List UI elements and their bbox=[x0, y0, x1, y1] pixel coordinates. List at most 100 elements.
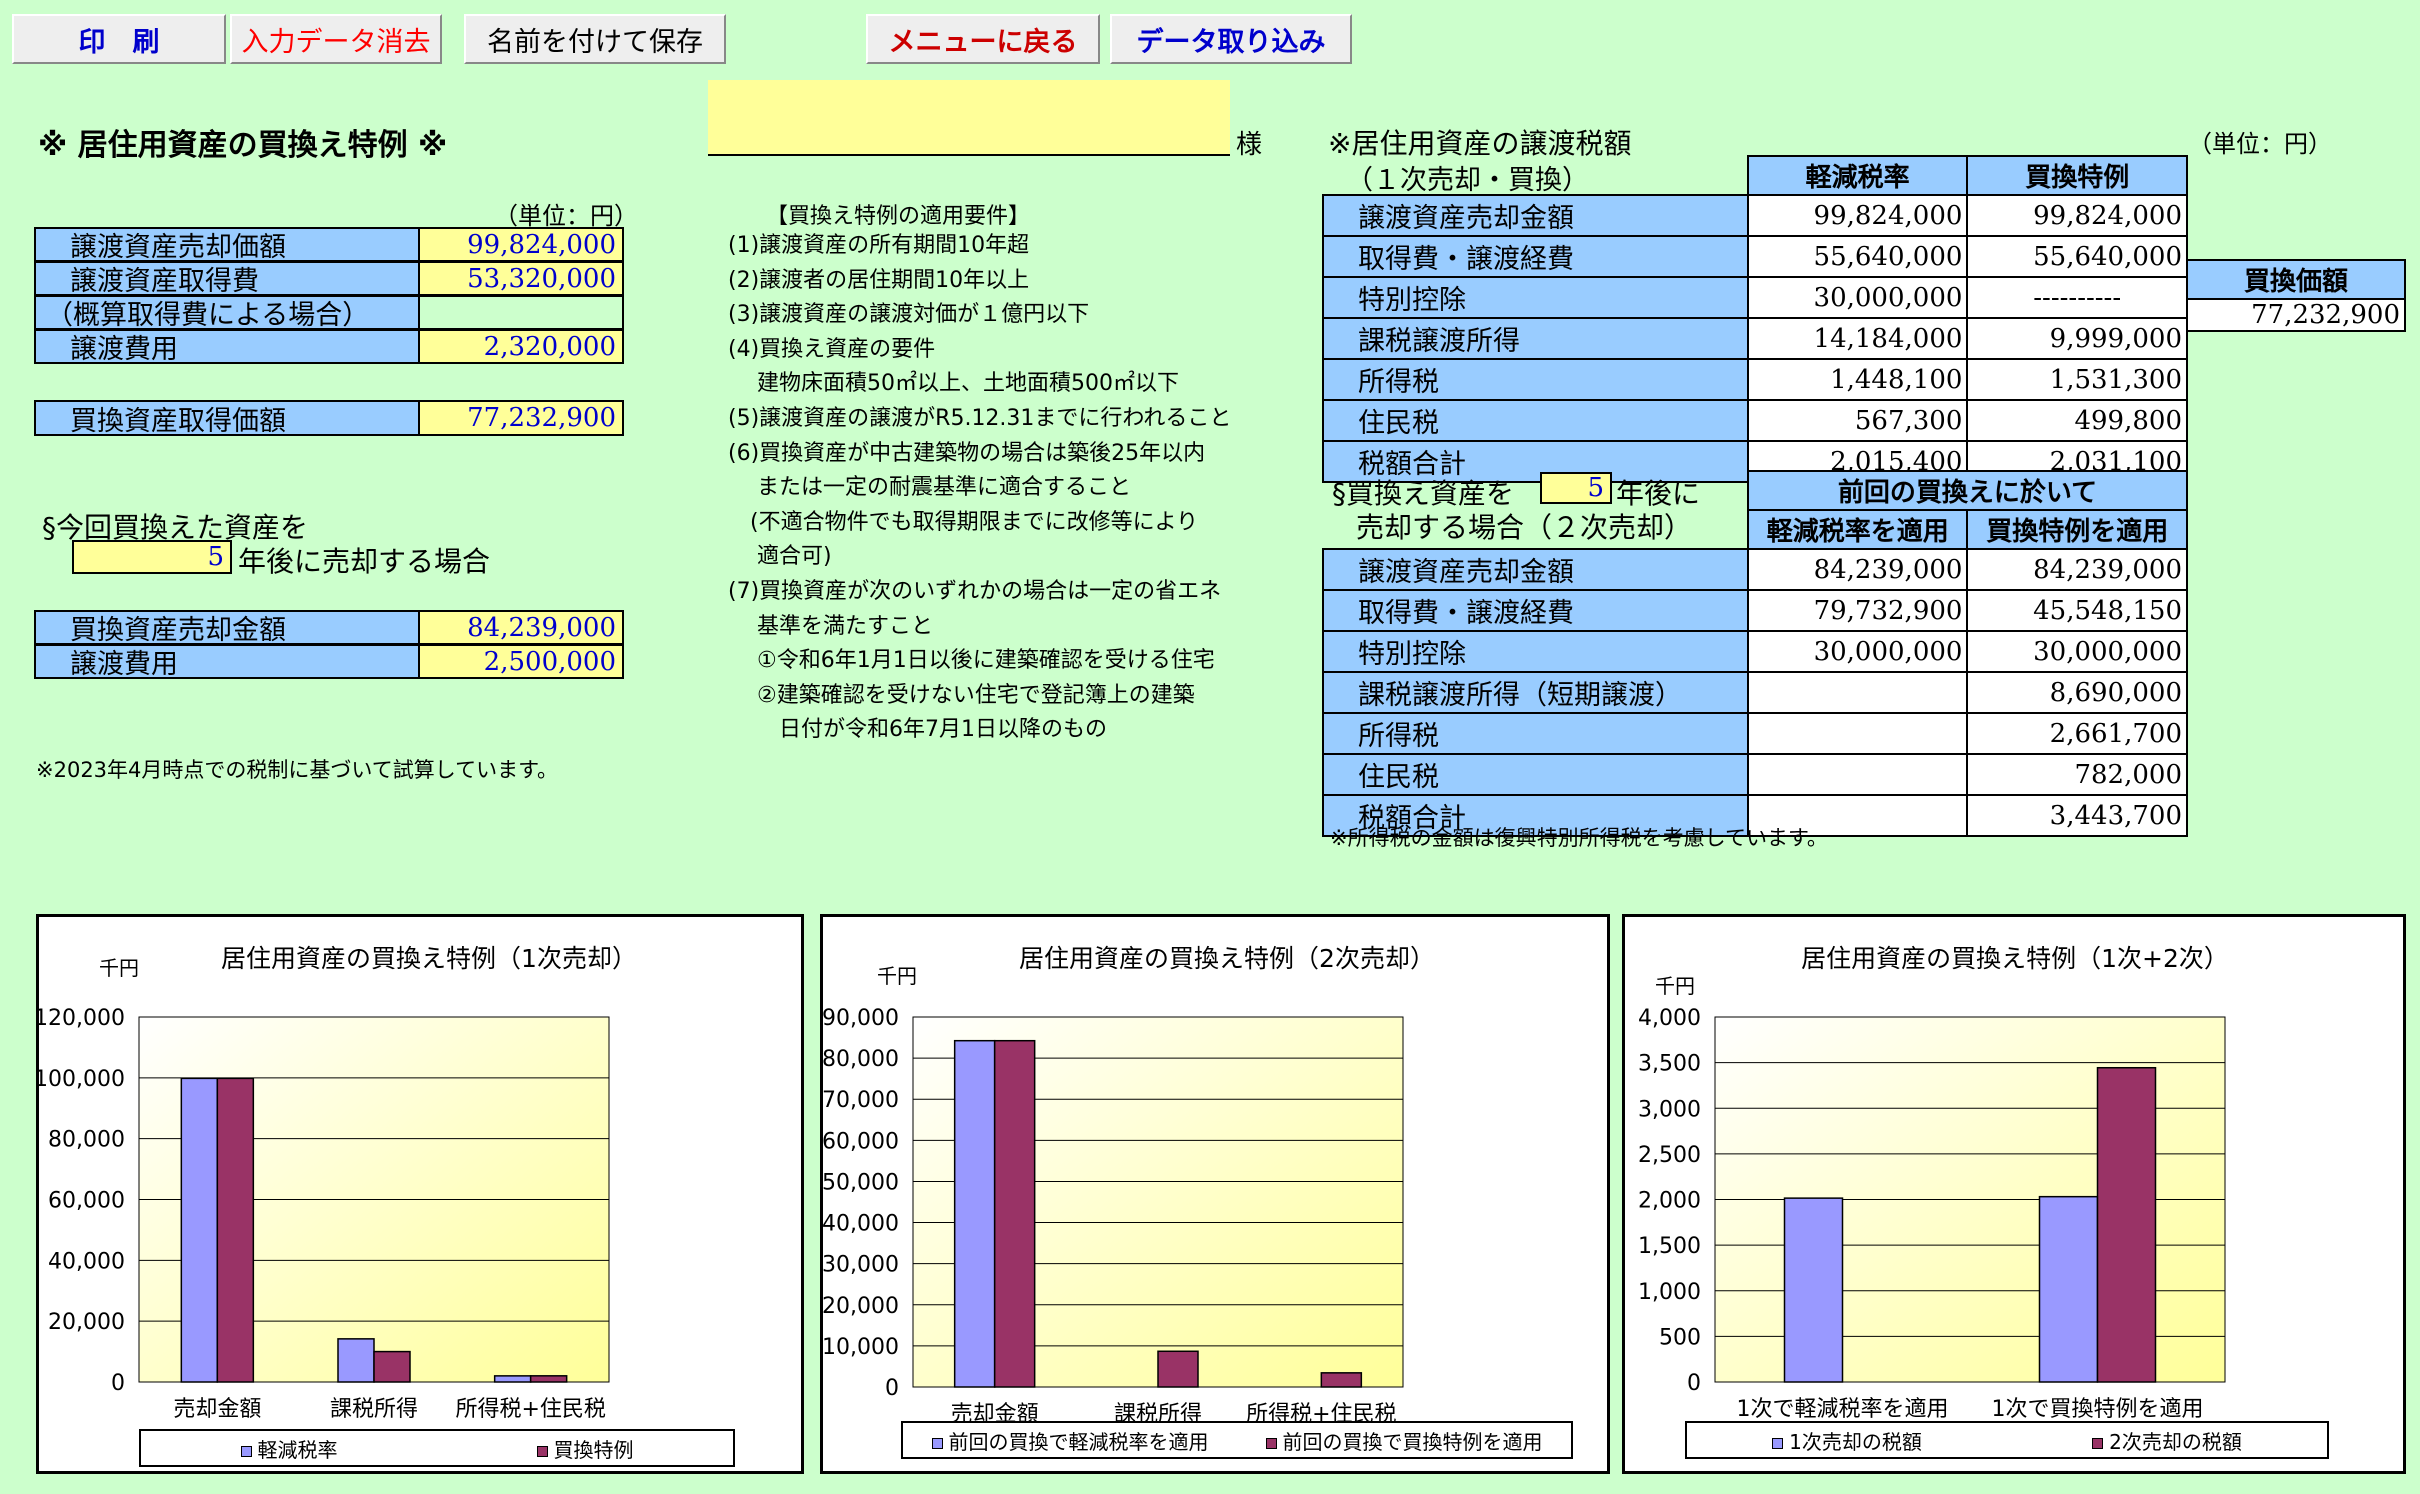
requirement-line: (1)譲渡資産の所有期間10年超 bbox=[728, 233, 1030, 258]
y-tick-label: 40,000 bbox=[823, 1212, 899, 1237]
resale-years-input[interactable]: 5 bbox=[72, 540, 232, 574]
y-tick-label: 3,000 bbox=[1638, 1097, 1701, 1122]
x-tick-label: 課税所得 bbox=[330, 1397, 418, 1422]
chart-first-sale: 居住用資産の買換え特例（1次売却） 千円 0 20,000 40,000 60,000 80… bbox=[36, 914, 804, 1474]
resale-price-label: 買換資産売却金額 bbox=[34, 610, 420, 646]
table-row: 住民税 782,000 bbox=[1322, 753, 2188, 796]
y-tick-label: 1,500 bbox=[1638, 1234, 1701, 1259]
bar bbox=[2038, 1195, 2099, 1383]
table-row: 特別控除 30,000,000 ---------- bbox=[1322, 276, 2188, 319]
x-tick-label: 売却金額 bbox=[173, 1397, 261, 1422]
customer-name-input[interactable] bbox=[708, 80, 1230, 156]
print-button[interactable]: 印 刷 bbox=[12, 14, 226, 64]
table-row: 課税譲渡所得 14,184,000 9,999,000 bbox=[1322, 317, 2188, 360]
table-row: 取得費・譲渡経費 79,732,900 45,548,150 bbox=[1322, 589, 2188, 632]
resale-price-input[interactable]: 84,239,000 bbox=[418, 610, 624, 645]
bar bbox=[373, 1350, 411, 1383]
requirement-line: (不適合物件でも取得期限までに改修等により bbox=[728, 509, 1199, 535]
transfer-expense-input[interactable]: 2,320,000 bbox=[418, 329, 624, 364]
transfer-expense-label: 譲渡費用 bbox=[34, 329, 420, 365]
chart-svg: 居住用資産の買換え特例（1次売却） 千円 0 20,000 40,000 60,000 80… bbox=[39, 944, 637, 1422]
page-title: ※ 居住用資産の買換え特例 ※ bbox=[38, 128, 448, 163]
table-row: 課税譲渡所得（短期譲渡） 8,690,000 bbox=[1322, 671, 2188, 714]
y-tick-label: 1,000 bbox=[1638, 1280, 1701, 1305]
replacement-price-header: 買換価額 bbox=[2186, 259, 2406, 300]
legend-item: 2次売却の税額 bbox=[2092, 1426, 2242, 1455]
chart-title: 居住用資産の買換え特例（1次売却） bbox=[221, 944, 637, 973]
y-tick-label: 80,000 bbox=[48, 1128, 125, 1153]
first-sale-tax-table: 軽減税率 買換特例 譲渡資産売却金額 99,824,000 99,824,000 取得… bbox=[1322, 155, 2188, 483]
bar bbox=[180, 1077, 219, 1383]
table-row: 譲渡資産売却金額 99,824,000 99,824,000 bbox=[1322, 194, 2188, 237]
requirement-line: 日付が令和6年7月1日以降のもの bbox=[728, 717, 1107, 743]
sale-price-label: 譲渡資産売却価額 bbox=[34, 227, 420, 263]
right-footnote: ※所得税の金額は復興特別所得税を考慮しています。 bbox=[1330, 826, 1828, 850]
acquisition-cost-input[interactable]: 53,320,000 bbox=[418, 261, 624, 296]
tax-table-unit: （単位：円） bbox=[2188, 130, 2332, 158]
requirements-list: (1)譲渡資産の所有期間10年超 (2)譲渡者の居住期間10年以上 (3)譲渡資… bbox=[728, 229, 1231, 748]
requirement-line: (4)買換え資産の要件 bbox=[728, 336, 936, 362]
legend-item: 前回の買換で軽減税率を適用 bbox=[931, 1426, 1209, 1455]
left-footnote: ※2023年4月時点での税制に基づいて試算しています。 bbox=[36, 758, 559, 782]
requirement-line: 基準を満たすこと bbox=[728, 613, 933, 639]
chart-combined: 居住用資産の買換え特例（1次+2次） 千円 0 500 1,000 1,500 2,000 2… bbox=[1622, 914, 2406, 1474]
requirement-line: (3)譲渡資産の譲渡対価が１億円以下 bbox=[728, 302, 1090, 328]
bar bbox=[993, 1039, 1036, 1388]
sale-price-input[interactable]: 99,824,000 bbox=[418, 227, 624, 262]
y-tick-label: 60,000 bbox=[48, 1189, 125, 1214]
y-tick-label: 50,000 bbox=[823, 1170, 899, 1195]
requirement-line: ②建築確認を受けない住宅で登記簿上の建築 bbox=[728, 682, 1195, 708]
y-tick-label: 0 bbox=[111, 1371, 125, 1396]
chart-legend: 軽減税率 買換特例 bbox=[139, 1429, 735, 1467]
table-row: 特別控除 30,000,000 30,000,000 bbox=[1322, 630, 2188, 673]
chart-title: 居住用資産の買換え特例（2次売却） bbox=[1019, 944, 1435, 973]
table-row: 所得税 2,661,700 bbox=[1322, 712, 2188, 755]
bar bbox=[337, 1338, 375, 1383]
resale-heading-2: 年後に売却する場合 bbox=[238, 545, 491, 578]
back-to-menu-button[interactable]: メニューに戻る bbox=[866, 14, 1100, 64]
col-replacement: 買換特例 bbox=[1966, 155, 2188, 196]
table-row: 譲渡資産売却金額 84,239,000 84,239,000 bbox=[1322, 548, 2188, 591]
clear-input-button[interactable]: 入力データ消去 bbox=[230, 14, 442, 64]
y-tick-label: 80,000 bbox=[823, 1047, 899, 1072]
left-unit-label: （単位：円） bbox=[494, 202, 638, 230]
y-tick-label: 20,000 bbox=[823, 1294, 899, 1319]
requirement-line: (2)譲渡者の居住期間10年以上 bbox=[728, 267, 1030, 293]
y-tick-label: 2,500 bbox=[1638, 1143, 1701, 1168]
requirement-line: 適合可) bbox=[728, 544, 832, 570]
y-axis-unit: 千円 bbox=[877, 964, 917, 988]
resale-expense-input[interactable]: 2,500,000 bbox=[418, 644, 624, 679]
requirement-line: ①令和6年1月1日以後に建築確認を受ける住宅 bbox=[728, 648, 1215, 674]
y-axis-unit: 千円 bbox=[99, 956, 139, 980]
col-apply-replacement: 買換特例を適用 bbox=[1966, 509, 2188, 550]
replacement-price-label: 買換資産取得価額 bbox=[34, 400, 420, 437]
save-as-button[interactable]: 名前を付けて保存 bbox=[464, 14, 726, 64]
y-tick-label: 500 bbox=[1659, 1325, 1701, 1350]
estimated-cost-input[interactable] bbox=[418, 295, 624, 330]
bar bbox=[953, 1039, 996, 1388]
table-row: 取得費・譲渡経費 55,640,000 55,640,000 bbox=[1322, 235, 2188, 278]
table-row: 住民税 567,300 499,800 bbox=[1322, 399, 2188, 442]
bar bbox=[2096, 1066, 2157, 1383]
replacement-price-table: 買換価額 77,232,900 bbox=[2186, 259, 2406, 332]
chart-title: 居住用資産の買換え特例（1次+2次） bbox=[1801, 944, 2229, 973]
chart-svg: 居住用資産の買換え特例（2次売却） 千円 0 10,000 20,000 30,000 40… bbox=[823, 944, 1435, 1427]
bar bbox=[216, 1077, 255, 1383]
replacement-price-input[interactable]: 77,232,900 bbox=[418, 400, 624, 436]
legend-item: 1次売却の税額 bbox=[1772, 1426, 1922, 1455]
chart-legend: 1次売却の税額 2次売却の税額 bbox=[1685, 1421, 2329, 1459]
previous-replacement-header: 前回の買換えに於いて bbox=[1746, 470, 2189, 511]
second-sale-tax-table: 前回の買換えに於いて 軽減税率を適用 買換特例を適用 譲渡資産売却金額 84,239… bbox=[1322, 470, 2189, 837]
requirement-line: 建物床面積50㎡以上、土地面積500㎡以下 bbox=[728, 371, 1179, 397]
y-tick-label: 0 bbox=[1687, 1371, 1701, 1396]
chart-legend: 前回の買換で軽減税率を適用 前回の買換で買換特例を適用 bbox=[901, 1421, 1573, 1459]
data-import-button[interactable]: データ取り込み bbox=[1110, 14, 1352, 64]
chart-svg: 居住用資産の買換え特例（1次+2次） 千円 0 500 1,000 1,500 2,000 2… bbox=[1638, 944, 2229, 1422]
legend-item: 前回の買換で買換特例を適用 bbox=[1265, 1426, 1543, 1455]
requirement-line: (6)買換資産が中古建築物の場合は築後25年以内 bbox=[728, 440, 1206, 466]
customer-suffix: 様 bbox=[1236, 130, 1263, 160]
y-tick-label: 2,000 bbox=[1638, 1189, 1701, 1214]
y-tick-label: 120,000 bbox=[39, 1006, 125, 1031]
legend-item: 買換特例 bbox=[536, 1434, 634, 1463]
replacement-price-value: 77,232,900 bbox=[2186, 298, 2406, 332]
